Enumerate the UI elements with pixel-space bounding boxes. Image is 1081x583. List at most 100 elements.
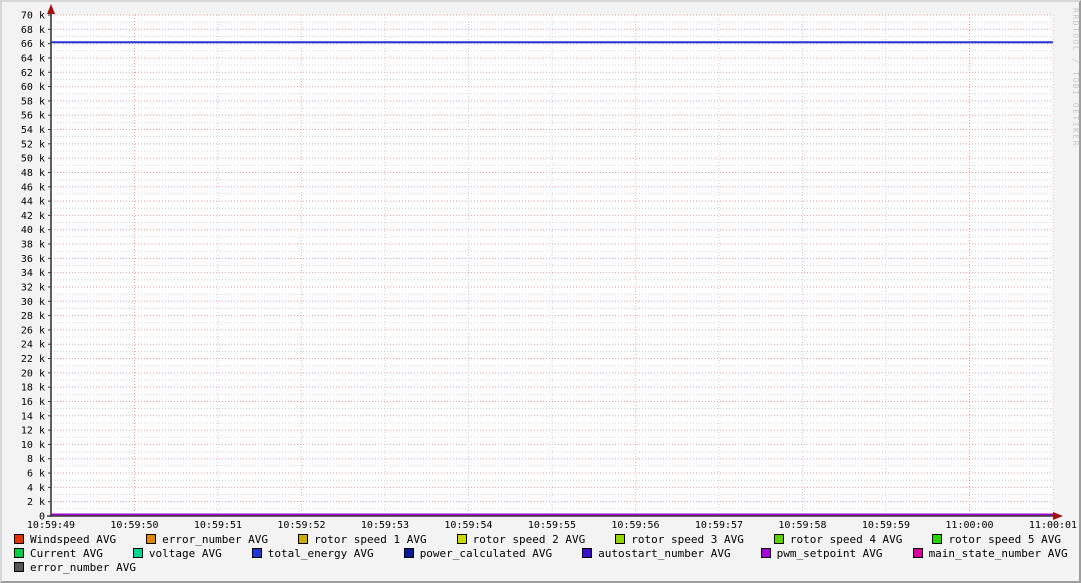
y-tick-label: 6 k: [27, 469, 45, 480]
legend-item-label: pwm_setpoint AVG: [777, 547, 883, 560]
x-tick-label: 10:59:58: [778, 520, 826, 531]
legend-item: rotor speed 2 AVG: [457, 533, 586, 547]
legend-color-swatch-icon: [14, 548, 24, 558]
x-tick-label: 10:59:50: [110, 520, 158, 531]
y-tick-label: 48 k: [21, 168, 45, 179]
legend-color-swatch-icon: [146, 534, 156, 544]
legend-row: Current AVG voltage AVG total_energy AVG po…: [2, 547, 1079, 561]
legend-item-label: rotor speed 3 AVG: [631, 533, 744, 546]
legend-item: power_calculated AVG: [404, 547, 552, 561]
legend-item-label: error_number AVG: [30, 561, 136, 574]
legend-item: autostart_number AVG: [582, 547, 730, 561]
legend-item: voltage AVG: [133, 547, 222, 561]
y-tick-label: 32 k: [21, 282, 45, 293]
legend-item: Current AVG: [14, 547, 103, 561]
legend-color-swatch-icon: [133, 548, 143, 558]
legend-color-swatch-icon: [913, 548, 923, 558]
legend: Windspeed AVG error_number AVG rotor speed…: [2, 533, 1079, 575]
y-tick-label: 60 k: [21, 82, 45, 93]
x-tick-label: 10:59:55: [528, 520, 576, 531]
legend-item-label: total_energy AVG: [268, 547, 374, 560]
y-tick-label: 14 k: [21, 411, 45, 422]
legend-item-label: Current AVG: [30, 547, 103, 560]
y-tick-label: 42 k: [21, 211, 45, 222]
legend-row: Windspeed AVG error_number AVG rotor speed…: [2, 533, 1079, 547]
x-tick-label: 10:59:54: [444, 520, 492, 531]
legend-item-label: rotor speed 4 AVG: [790, 533, 903, 546]
legend-item-label: rotor speed 2 AVG: [473, 533, 586, 546]
legend-item-label: power_calculated AVG: [420, 547, 552, 560]
y-tick-label: 28 k: [21, 311, 45, 322]
legend-item: main_state_number AVG: [913, 547, 1068, 561]
legend-item-label: main_state_number AVG: [929, 547, 1068, 560]
legend-color-swatch-icon: [14, 534, 24, 544]
y-tick-label: 68 k: [21, 25, 45, 36]
y-tick-label: 64 k: [21, 53, 45, 64]
y-tick-label: 2 k: [27, 497, 45, 508]
rrdtool-graph: 02 k4 k6 k8 k10 k12 k14 k16 k18 k20 k22 …: [0, 0, 1081, 583]
y-tick-label: 10 k: [21, 440, 45, 451]
legend-item-label: Windspeed AVG: [30, 533, 116, 546]
legend-color-swatch-icon: [252, 548, 262, 558]
y-tick-label: 58 k: [21, 96, 45, 107]
legend-color-swatch-icon: [582, 548, 592, 558]
legend-color-swatch-icon: [774, 534, 784, 544]
legend-item: rotor speed 3 AVG: [615, 533, 744, 547]
y-tick-label: 4 k: [27, 483, 45, 494]
chart-plot-area: 02 k4 k6 k8 k10 k12 k14 k16 k18 k20 k22 …: [2, 2, 1079, 533]
legend-item: error_number AVG: [14, 561, 136, 575]
y-tick-label: 38 k: [21, 240, 45, 251]
legend-item: error_number AVG: [146, 533, 268, 547]
y-tick-label: 56 k: [21, 111, 45, 122]
legend-color-swatch-icon: [761, 548, 771, 558]
legend-item-label: rotor speed 5 AVG: [948, 533, 1061, 546]
legend-color-swatch-icon: [457, 534, 467, 544]
y-tick-label: 12 k: [21, 426, 45, 437]
y-tick-label: 18 k: [21, 383, 45, 394]
x-tick-label: 10:59:53: [361, 520, 409, 531]
y-tick-label: 44 k: [21, 197, 45, 208]
y-tick-label: 46 k: [21, 182, 45, 193]
y-tick-label: 52 k: [21, 139, 45, 150]
legend-item: pwm_setpoint AVG: [761, 547, 883, 561]
y-tick-label: 8 k: [27, 454, 45, 465]
legend-color-swatch-icon: [14, 562, 24, 572]
legend-item-label: rotor speed 1 AVG: [314, 533, 427, 546]
x-tick-label: 10:59:51: [194, 520, 242, 531]
y-tick-label: 66 k: [21, 39, 45, 50]
legend-color-swatch-icon: [615, 534, 625, 544]
x-tick-label: 10:59:59: [862, 520, 910, 531]
y-tick-label: 54 k: [21, 125, 45, 136]
x-tick-label: 10:59:56: [611, 520, 659, 531]
legend-item: rotor speed 5 AVG: [932, 533, 1061, 547]
legend-item: Windspeed AVG: [14, 533, 116, 547]
y-tick-label: 36 k: [21, 254, 45, 265]
y-tick-label: 24 k: [21, 340, 45, 351]
legend-item: rotor speed 4 AVG: [774, 533, 903, 547]
x-tick-label: 10:59:49: [27, 520, 75, 531]
legend-color-swatch-icon: [404, 548, 414, 558]
y-axis-arrow: [47, 4, 55, 14]
y-tick-label: 22 k: [21, 354, 45, 365]
legend-item-label: autostart_number AVG: [598, 547, 730, 560]
x-tick-label: 10:59:57: [695, 520, 743, 531]
y-tick-label: 70 k: [21, 11, 45, 22]
y-tick-label: 30 k: [21, 297, 45, 308]
x-tick-label: 11:00:01: [1029, 520, 1077, 531]
y-tick-label: 50 k: [21, 154, 45, 165]
x-tick-label: 11:00:00: [945, 520, 993, 531]
legend-color-swatch-icon: [298, 534, 308, 544]
y-tick-label: 16 k: [21, 397, 45, 408]
y-tick-label: 26 k: [21, 325, 45, 336]
y-tick-label: 20 k: [21, 368, 45, 379]
legend-item: rotor speed 1 AVG: [298, 533, 427, 547]
rrdtool-watermark: RRDTOOL / TOBI OETIKER: [1071, 8, 1079, 147]
y-tick-label: 34 k: [21, 268, 45, 279]
legend-item-label: voltage AVG: [149, 547, 222, 560]
legend-item-label: error_number AVG: [162, 533, 268, 546]
legend-row: error_number AVG: [2, 561, 1079, 575]
legend-item: total_energy AVG: [252, 547, 374, 561]
y-tick-label: 40 k: [21, 225, 45, 236]
legend-color-swatch-icon: [932, 534, 942, 544]
y-tick-label: 62 k: [21, 68, 45, 79]
